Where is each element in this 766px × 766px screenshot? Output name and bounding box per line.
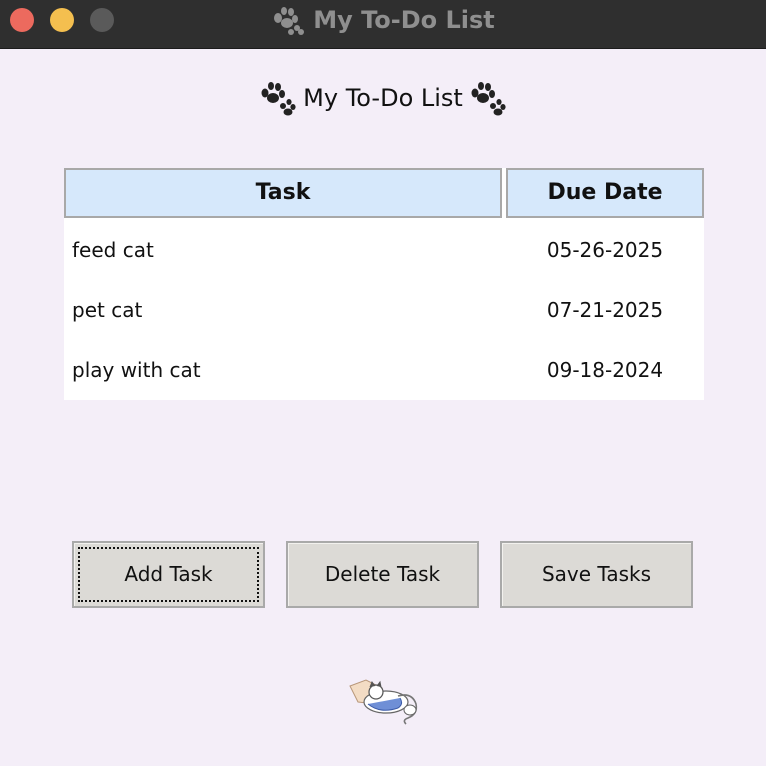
save-tasks-button[interactable]: Save Tasks	[500, 541, 693, 608]
paw-prints-icon	[471, 82, 506, 116]
due-date-cell: 05-26-2025	[546, 238, 664, 262]
table-row[interactable]: play with cat 09-18-2024	[64, 348, 704, 408]
paw-prints-icon	[274, 7, 305, 35]
task-cell: feed cat	[72, 238, 154, 262]
table-row[interactable]: pet cat 07-21-2025	[64, 288, 704, 348]
paw-prints-icon	[261, 82, 296, 116]
due-date-cell: 07-21-2025	[546, 298, 664, 322]
window-title: My To-Do List	[0, 5, 766, 36]
delete-task-button[interactable]: Delete Task	[286, 541, 479, 608]
page-title-text: My To-Do List	[303, 84, 463, 112]
window-titlebar: My To-Do List	[0, 0, 766, 49]
add-task-button[interactable]: Add Task	[72, 541, 265, 608]
due-date-cell: 09-18-2024	[546, 358, 664, 382]
task-cell: pet cat	[72, 298, 143, 322]
task-table-rows: feed cat 05-26-2025 pet cat 07-21-2025 p…	[64, 168, 704, 400]
task-cell: play with cat	[72, 358, 201, 382]
sleeping-cat-icon	[349, 679, 418, 725]
table-row[interactable]: feed cat 05-26-2025	[64, 228, 704, 288]
window-title-text: My To-Do List	[313, 6, 495, 34]
page-title: My To-Do List	[0, 80, 766, 116]
